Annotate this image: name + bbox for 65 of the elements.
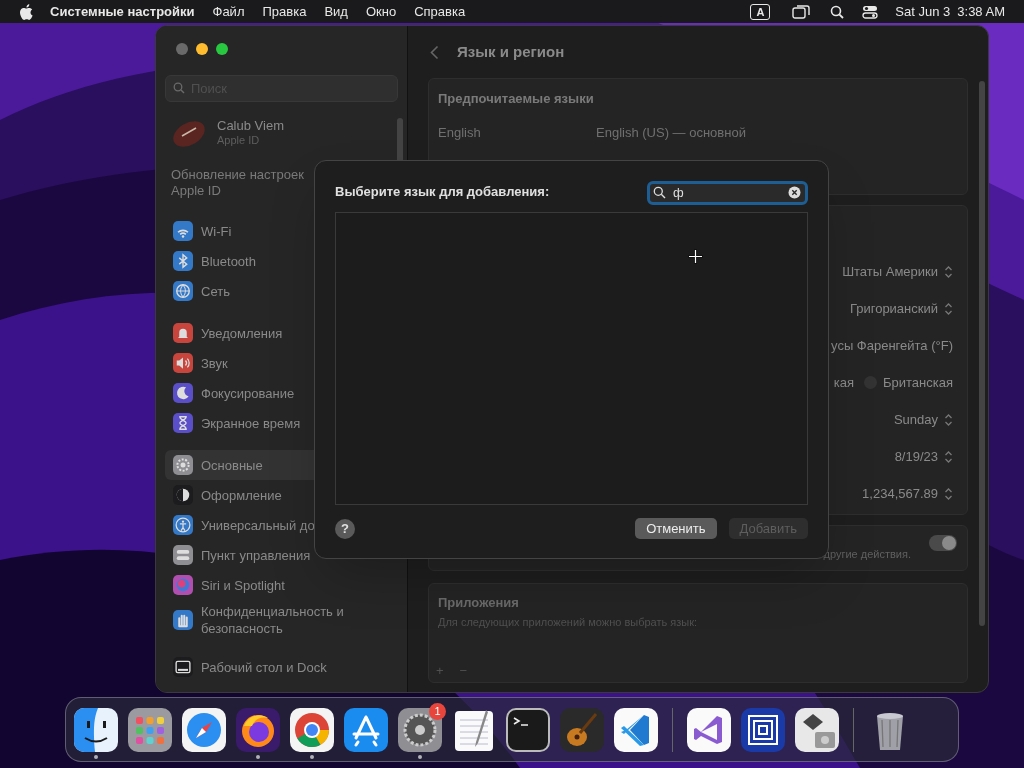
clear-button-icon[interactable] [788,185,801,199]
up-down-chevron-icon [944,486,953,501]
menu-item[interactable]: Справка [414,1,466,22]
zoom-button[interactable] [216,43,228,55]
popup-button[interactable]: Штаты Америки [842,261,953,282]
search-icon [653,185,666,199]
code-editor-icon[interactable] [614,707,658,752]
control-center-icon[interactable] [862,4,879,19]
close-button[interactable] [176,43,188,55]
unit-label: усы Фаренгейта (°F) [831,336,953,355]
radio-option[interactable]: Британская [864,372,953,393]
notepad-icon[interactable] [452,707,496,752]
scrollbar-thumb[interactable] [979,81,985,626]
terminal-icon[interactable] [506,707,550,752]
infinity-ribbon-icon[interactable] [687,707,731,752]
menu-item[interactable]: Вид [324,1,348,22]
account-name[interactable]: Calub Viem [217,119,284,133]
menu-item[interactable]: Окно [365,1,397,22]
round-browser-icon[interactable] [290,707,334,752]
popup-button[interactable]: Григорианский [849,298,953,319]
menu-bar-clock[interactable]: 3:38 AM [957,1,1005,22]
input-source-indicator[interactable]: A [750,3,771,20]
menu-item[interactable]: Файл [212,1,245,22]
disk-drive-icon[interactable] [795,707,839,752]
menu-item[interactable]: Системные настройки [50,1,195,22]
language-detail: English (US) — основной [596,123,746,142]
search-icon [173,82,185,94]
menu-bar-date[interactable]: Sat Jun 3 [895,1,951,22]
notification-badge: 1 [429,702,446,720]
windows-icon[interactable] [792,4,811,19]
dialog-title: Выберите язык для добавления: [335,183,550,202]
popup-button[interactable]: 1,234,567.89 [862,483,953,504]
crosshair-cursor-icon [688,249,703,264]
search-icon[interactable] [830,4,845,19]
language-name: English [438,123,482,142]
section-heading: Приложения [438,594,520,612]
up-down-chevron-icon [944,412,953,427]
back-chevron-icon[interactable] [430,44,439,60]
guitar-icon[interactable] [560,707,604,752]
section-heading: Предпочитаемые языки [438,90,595,108]
minimize-button[interactable] [196,43,208,55]
app-grid-icon[interactable] [128,707,172,752]
menu-item[interactable]: Правка [262,1,307,22]
nested-squares-icon[interactable] [741,707,785,752]
window-title: Язык и регион [457,41,565,62]
toggle-switch[interactable] [929,535,957,551]
up-down-chevron-icon [944,301,953,316]
cancel-button[interactable]: Отменить [635,518,717,539]
up-down-chevron-icon [944,449,953,464]
up-down-chevron-icon [944,264,953,279]
sidebar-item[interactable]: Рабочий стол и Dock [165,652,398,682]
sidebar-item[interactable]: Конфиденциальность и безопасность [165,600,398,640]
fox-globe-icon[interactable] [236,707,280,752]
app-store-icon[interactable] [344,707,388,752]
popup-button[interactable]: Sunday [893,409,953,430]
popup-button[interactable]: 8/19/23 [894,446,953,467]
search-field[interactable]: ф [647,180,808,205]
help-button[interactable]: ? [335,518,355,539]
radio-label: кая [833,373,854,392]
apple-menu-icon[interactable] [19,3,33,20]
finder-face-icon[interactable] [74,707,118,752]
setting-description: другие действия. [823,546,911,562]
compass-icon[interactable] [182,707,226,752]
sidebar-item[interactable]: Siri и Spotlight [165,570,398,600]
gear-icon[interactable] [398,707,442,752]
